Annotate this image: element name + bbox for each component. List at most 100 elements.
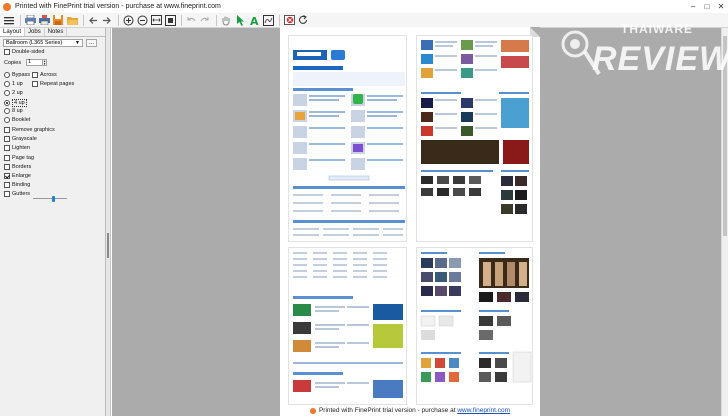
- undo-icon[interactable]: [185, 14, 197, 26]
- layout-bypass[interactable]: Bypass: [4, 72, 30, 78]
- 8-up-radio[interactable]: [4, 108, 10, 114]
- enlarge-label: Enlarge: [12, 173, 31, 179]
- zoom-out-icon[interactable]: [136, 14, 148, 26]
- remove-graphics-option[interactable]: Remove graphics: [4, 127, 55, 133]
- sidebar-tabs: Layout Jobs Notes: [0, 28, 105, 37]
- text-icon[interactable]: A: [248, 14, 260, 26]
- grayscale-label: Grayscale: [12, 136, 37, 142]
- fit-page-icon[interactable]: [164, 14, 176, 26]
- gutters-checkbox[interactable]: [4, 191, 10, 197]
- fineprint-logo-icon: [309, 407, 316, 414]
- options-sidebar: Layout Jobs Notes Ballroom (L365 Series)…: [0, 28, 106, 416]
- printer-icon[interactable]: [38, 14, 50, 26]
- subpage-top-right: [416, 35, 533, 242]
- sidebar-splitter[interactable]: [106, 28, 111, 416]
- chevron-down-icon: ▼: [75, 40, 80, 46]
- borders-checkbox[interactable]: [4, 164, 10, 170]
- article-list-thumbnail: [293, 252, 403, 398]
- refresh-icon[interactable]: [297, 14, 309, 26]
- zoom-in-icon[interactable]: [122, 14, 134, 26]
- lighten-checkbox[interactable]: [4, 145, 10, 151]
- remove-graphics-checkbox[interactable]: [4, 127, 10, 133]
- remove-graphics-label: Remove graphics: [12, 127, 55, 133]
- across-label: Across: [40, 72, 57, 78]
- printer-select-value: Ballroom (L365 Series): [6, 40, 63, 46]
- double-sided-option[interactable]: Double-sided: [4, 49, 44, 55]
- repeat-pages-option[interactable]: Repeat pages: [32, 81, 74, 87]
- layout-8-up[interactable]: 8 up: [4, 108, 23, 114]
- printer-select[interactable]: Ballroom (L365 Series) ▼: [3, 39, 83, 47]
- minimize-icon[interactable]: –: [686, 0, 700, 13]
- zoom-width-icon[interactable]: [150, 14, 162, 26]
- double-sided-checkbox[interactable]: [4, 49, 10, 55]
- back-arrow-icon[interactable]: [87, 14, 99, 26]
- signature-icon[interactable]: [262, 14, 274, 26]
- maximize-icon[interactable]: □: [700, 0, 714, 13]
- enlarge-checkbox[interactable]: [4, 173, 10, 179]
- page-tag-option[interactable]: Page tag: [4, 155, 34, 161]
- gutters-option[interactable]: Gutters: [4, 191, 30, 197]
- close-icon[interactable]: ✕: [714, 0, 728, 13]
- copies-value: 1: [28, 59, 32, 65]
- splitter-grip[interactable]: [107, 233, 109, 258]
- borders-option[interactable]: Borders: [4, 164, 31, 170]
- tab-layout[interactable]: Layout: [0, 28, 26, 36]
- 2-up-label: 2 up: [12, 90, 23, 96]
- bypass-label: Bypass: [12, 72, 31, 78]
- 1-up-radio[interactable]: [4, 81, 10, 87]
- 8-up-label: 8 up: [12, 108, 23, 114]
- grayscale-option[interactable]: Grayscale: [4, 136, 37, 142]
- grayscale-checkbox[interactable]: [4, 136, 10, 142]
- binding-option[interactable]: Binding: [4, 182, 30, 188]
- copies-label: Copies: [4, 59, 22, 66]
- title-bar: Printed with FinePrint trial version - p…: [0, 0, 728, 13]
- across-option[interactable]: Across: [32, 72, 57, 78]
- copies-spinner[interactable]: ▲ ▼: [42, 59, 48, 66]
- thaiware-page-thumbnail: [293, 50, 405, 236]
- layout-4-up[interactable]: 4 up: [4, 99, 27, 107]
- trial-footer: Printed with FinePrint trial version - p…: [280, 405, 540, 416]
- fineprint-link[interactable]: www.fineprint.com: [457, 407, 510, 414]
- menu-icon[interactable]: [3, 14, 15, 26]
- repeat-pages-label: Repeat pages: [40, 81, 75, 87]
- open-folder-icon[interactable]: [66, 14, 78, 26]
- 4-up-radio[interactable]: [4, 100, 10, 106]
- double-sided-label: Double-sided: [12, 49, 45, 55]
- enlarge-option[interactable]: Enlarge: [4, 173, 31, 179]
- save-icon[interactable]: [52, 14, 64, 26]
- booklet-radio[interactable]: [4, 117, 10, 123]
- enlarge-slider[interactable]: [33, 196, 67, 202]
- redo-icon[interactable]: [199, 14, 211, 26]
- print-icon[interactable]: [24, 14, 36, 26]
- page-tag-checkbox[interactable]: [4, 155, 10, 161]
- binding-label: Binding: [12, 182, 31, 188]
- enlarge-slider-thumb[interactable]: [52, 196, 55, 202]
- news-page-thumbnail: [421, 40, 529, 214]
- preview-page: Printed with FinePrint trial version - p…: [280, 27, 540, 416]
- svg-text:A: A: [250, 15, 259, 26]
- lighten-option[interactable]: Lighten: [4, 145, 30, 151]
- hand-icon[interactable]: [220, 14, 232, 26]
- gallery-page-thumbnail: [420, 252, 532, 383]
- printer-properties-button[interactable]: ...: [86, 39, 97, 47]
- fineprint-app-icon: [3, 2, 11, 11]
- binding-checkbox[interactable]: [4, 182, 10, 188]
- vertical-scrollbar[interactable]: [721, 28, 728, 416]
- bypass-radio[interactable]: [4, 72, 10, 78]
- 2-up-radio[interactable]: [4, 90, 10, 96]
- tab-jobs[interactable]: Jobs: [25, 28, 45, 36]
- select-arrow-icon[interactable]: [234, 14, 246, 26]
- booklet-label: Booklet: [12, 117, 31, 123]
- layout-2-up[interactable]: 2 up: [4, 90, 23, 96]
- layout-1-up[interactable]: 1 up: [4, 81, 23, 87]
- repeat-pages-checkbox[interactable]: [32, 81, 38, 87]
- toolbar: A: [0, 13, 728, 28]
- copies-input[interactable]: 1 ▲ ▼: [26, 59, 48, 66]
- across-checkbox[interactable]: [32, 72, 38, 78]
- subpage-bottom-left: [288, 247, 407, 405]
- delete-page-icon[interactable]: [283, 14, 295, 26]
- 4-up-label: 4 up: [12, 99, 27, 107]
- layout-booklet[interactable]: Booklet: [4, 117, 30, 123]
- tab-notes[interactable]: Notes: [45, 28, 68, 36]
- forward-arrow-icon[interactable]: [101, 14, 113, 26]
